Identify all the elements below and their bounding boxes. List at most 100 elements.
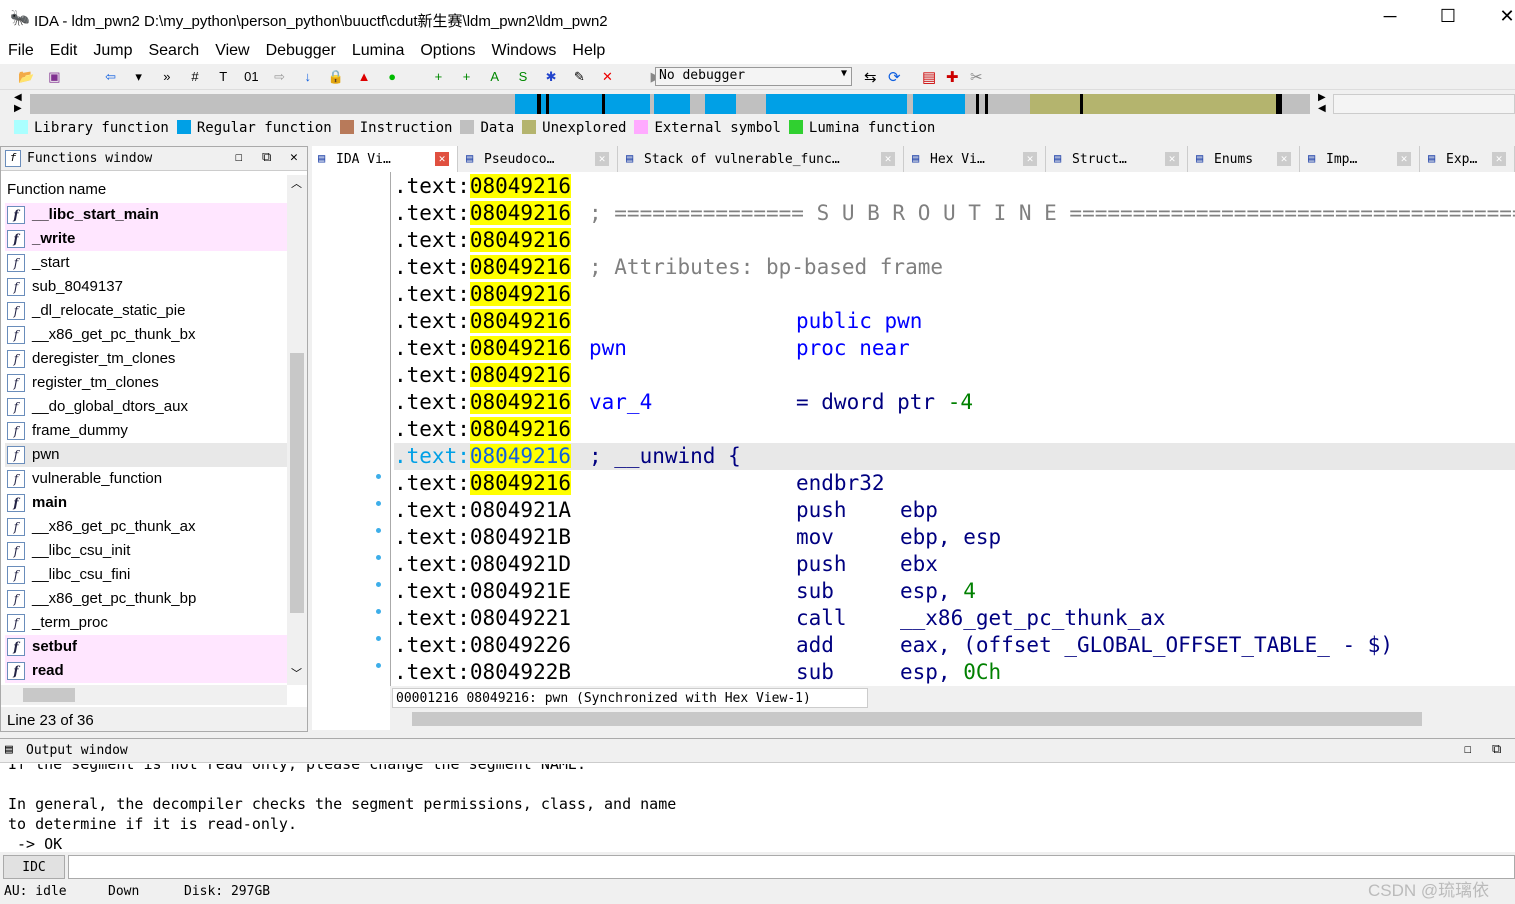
tab-close-icon[interactable]: ✕	[1023, 152, 1037, 166]
breakpoint-dot[interactable]	[376, 636, 381, 641]
disasm-line[interactable]: .text:0804921D push ebx	[394, 551, 1515, 578]
tab-2[interactable]: ▤ Stack of vulnerable_func… ✕	[620, 146, 904, 172]
function-list-item[interactable]: f __x86_get_pc_thunk_ax	[5, 515, 287, 539]
disasm-line[interactable]: .text:08049226 add eax, (offset _GLOBAL_OF…	[394, 632, 1515, 659]
breakpoint-dot[interactable]	[376, 501, 381, 506]
tab-close-icon[interactable]: ✕	[1397, 152, 1411, 166]
float-panel-icon[interactable]: ⧉	[262, 150, 271, 165]
breakpoint-dot[interactable]	[376, 528, 381, 533]
command-input[interactable]	[68, 855, 1515, 879]
function-list-item[interactable]: f __libc_csu_fini	[5, 563, 287, 587]
function-list-item[interactable]: f __libc_csu_init	[5, 539, 287, 563]
column-header-function-name[interactable]: Function name	[7, 181, 106, 198]
delete-icon[interactable]: ✕	[597, 68, 617, 86]
close-panel-icon[interactable]: ✕	[290, 150, 298, 165]
maximize-button[interactable]: ☐	[1428, 6, 1468, 27]
menu-view[interactable]: View	[207, 38, 257, 60]
code-icon[interactable]: +	[428, 68, 448, 86]
more-icon[interactable]: »	[157, 68, 177, 86]
disasm-line[interactable]: .text:08049216	[394, 416, 1515, 443]
function-list-item[interactable]: f __x86_get_pc_thunk_bp	[5, 587, 287, 611]
disasm-line[interactable]: .text:08049216	[394, 281, 1515, 308]
search-hex-icon[interactable]: #	[185, 68, 205, 86]
function-list-item[interactable]: f sub_8049137	[5, 275, 287, 299]
struct-icon[interactable]: ✱	[541, 68, 561, 86]
debugger-select[interactable]: No debugger ▼	[655, 67, 852, 86]
breakpoint-dot[interactable]	[376, 555, 381, 560]
float-panel-icon[interactable]: ⧉	[1492, 742, 1501, 757]
function-list-item[interactable]: f __x86_get_pc_thunk_bx	[5, 323, 287, 347]
tab-close-icon[interactable]: ✕	[595, 152, 609, 166]
tab-close-icon[interactable]: ✕	[1165, 152, 1179, 166]
menu-help[interactable]: Help	[564, 38, 613, 60]
function-list-item[interactable]: f vulnerable_function	[5, 467, 287, 491]
function-list-item[interactable]: f register_tm_clones	[5, 371, 287, 395]
jump-down-icon[interactable]: ↓	[298, 68, 318, 86]
nav-right-icon[interactable]: ▶ ◀	[1318, 92, 1326, 114]
breakpoint-dot[interactable]	[376, 609, 381, 614]
function-list-item[interactable]: f _term_proc	[5, 611, 287, 635]
function-list-item[interactable]: f _dl_relocate_static_pie	[5, 299, 287, 323]
tab-close-icon[interactable]: ✕	[435, 152, 449, 166]
menu-windows[interactable]: Windows	[483, 38, 564, 60]
edit-icon[interactable]: ✎	[569, 68, 589, 86]
breakpoint-dot[interactable]	[376, 582, 381, 587]
breakpoints-icon[interactable]: ▤	[922, 68, 936, 86]
idc-button[interactable]: IDC	[3, 855, 65, 879]
function-list-item[interactable]: f _write	[5, 227, 287, 251]
disasm-line[interactable]: .text:08049216 endbr32	[394, 470, 1515, 497]
disasm-line[interactable]: .text:08049216 pwn proc near	[394, 335, 1515, 362]
navigation-band[interactable]	[30, 94, 1310, 114]
attach-icon[interactable]: ⇆	[864, 68, 877, 86]
function-list-item[interactable]: f pwn	[5, 443, 287, 467]
function-list-item[interactable]: f setbuf	[5, 635, 287, 659]
disasm-line[interactable]: .text:08049216 ; =============== S U B R …	[394, 200, 1515, 227]
back-icon[interactable]: ⇦	[101, 68, 121, 86]
menu-jump[interactable]: Jump	[85, 38, 140, 60]
run-icon[interactable]: ●	[382, 68, 402, 86]
string-icon[interactable]: S	[513, 68, 533, 86]
lock-icon[interactable]: 🔒	[326, 68, 346, 86]
disasm-line[interactable]: .text:08049216	[394, 362, 1515, 389]
breakpoint-dot[interactable]	[376, 663, 381, 668]
maximize-panel-icon[interactable]: ☐	[1464, 742, 1472, 757]
disasm-line[interactable]: .text:0804921E sub esp, 4	[394, 578, 1515, 605]
dropdown-icon[interactable]: ▾	[129, 68, 149, 86]
add-breakpoint-icon[interactable]: ✚	[946, 68, 959, 86]
tab-5[interactable]: ▤ Enums ✕	[1190, 146, 1300, 172]
maximize-panel-icon[interactable]: ☐	[235, 150, 243, 165]
ida-horizontal-scrollbar[interactable]	[392, 710, 1515, 728]
menu-lumina[interactable]: Lumina	[344, 38, 412, 60]
open-icon[interactable]: 📂	[16, 68, 36, 86]
search-binary-icon[interactable]: 01	[241, 68, 261, 86]
nav-overview[interactable]	[1333, 94, 1515, 114]
minimize-button[interactable]: ─	[1370, 6, 1410, 27]
disasm-line[interactable]: .text:08049216	[394, 173, 1515, 200]
search-next-icon[interactable]: ⇨	[270, 68, 290, 86]
menu-file[interactable]: File	[0, 38, 42, 60]
tab-4[interactable]: ▤ Struct… ✕	[1048, 146, 1188, 172]
disasm-line[interactable]: .text:0804922B sub esp, 0Ch	[394, 659, 1515, 686]
search-text-icon[interactable]: T	[213, 68, 233, 86]
disasm-line[interactable]: .text:08049216 ; Attributes: bp-based fra…	[394, 254, 1515, 281]
tab-close-icon[interactable]: ✕	[1277, 152, 1291, 166]
tab-1[interactable]: ▤ Pseudoco… ✕	[460, 146, 618, 172]
horizontal-scrollbar[interactable]	[1, 685, 287, 705]
tab-close-icon[interactable]: ✕	[881, 152, 895, 166]
function-list-item[interactable]: f frame_dummy	[5, 419, 287, 443]
data-icon[interactable]: +	[457, 68, 477, 86]
function-list-item[interactable]: f __do_global_dtors_aux	[5, 395, 287, 419]
disasm-line[interactable]: .text:08049216 public pwn	[394, 308, 1515, 335]
refresh-icon[interactable]: ⟳	[888, 68, 901, 86]
tools-icon[interactable]: ✂	[970, 68, 983, 86]
tab-close-icon[interactable]: ✕	[1492, 152, 1506, 166]
tab-3[interactable]: ▤ Hex Vi… ✕	[906, 146, 1046, 172]
tab-0[interactable]: ▤ IDA Vi… ✕	[312, 146, 458, 172]
save-icon[interactable]: ▣	[44, 68, 64, 86]
function-list-item[interactable]: f main	[5, 491, 287, 515]
menu-options[interactable]: Options	[412, 38, 483, 60]
tab-6[interactable]: ▤ Imp… ✕	[1302, 146, 1420, 172]
close-button[interactable]: ✕	[1487, 6, 1515, 27]
tab-7[interactable]: ▤ Exp… ✕	[1422, 146, 1515, 172]
disasm-line[interactable]: .text:08049216 ; __unwind {	[394, 443, 1515, 470]
